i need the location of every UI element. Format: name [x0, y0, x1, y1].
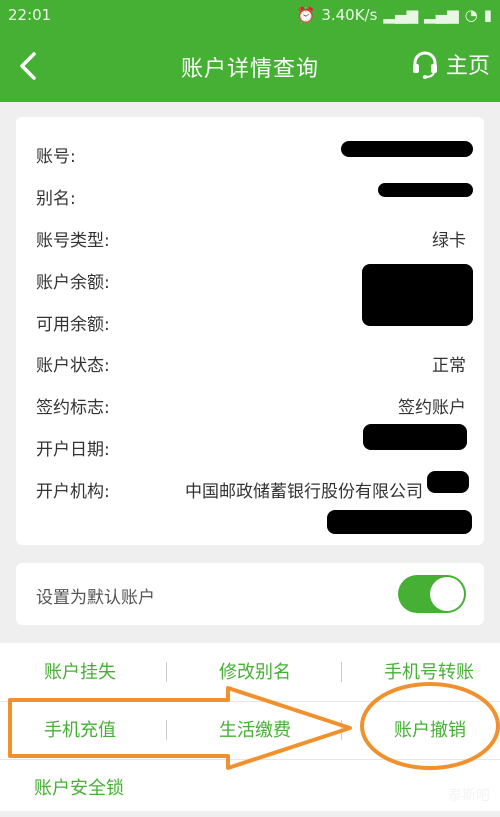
default-account-setting: 设置为默认账户: [16, 563, 484, 625]
bill-pay-button[interactable]: 生活缴费: [219, 716, 291, 742]
cancel-account-button[interactable]: 账户撤销: [394, 716, 466, 742]
detail-label: 账户状态:: [36, 356, 110, 376]
edit-alias-button[interactable]: 修改别名: [219, 658, 291, 684]
divider: [166, 720, 167, 740]
account-details-card: 账号: 别名: 账号类型: 绿卡 账户余额: 可用余额: 账户状态: 正常 签约…: [16, 117, 484, 545]
detail-row-status: 账户状态: 正常: [36, 346, 466, 376]
home-label: 主页: [445, 54, 490, 79]
app-bar: 账户详情查询 主页: [0, 30, 500, 102]
detail-row-branch: 开户机构: 中国邮政储蓄银行股份有限公司: [36, 472, 466, 502]
detail-label: 账户余额:: [36, 273, 110, 293]
detail-row-sign-flag: 签约标志: 签约账户: [36, 388, 466, 418]
detail-label: 别名:: [36, 189, 76, 209]
detail-value: 中国邮政储蓄银行股份有限公司: [185, 482, 423, 502]
detail-row-account-type: 账号类型: 绿卡: [36, 221, 466, 251]
network-speed: 3.40K/s: [321, 6, 378, 24]
detail-value: 签约账户: [398, 398, 466, 418]
headset-icon: [412, 51, 437, 79]
battery-icon: ▮: [483, 6, 492, 24]
detail-label: 开户日期:: [36, 440, 110, 460]
security-lock-button[interactable]: 账户安全锁: [34, 774, 124, 800]
status-icons: ⏰ 3.40K/s ▂▄▆ ▂▄▆ ◔ ▮: [297, 6, 492, 24]
detail-label: 账号类型:: [36, 231, 110, 251]
redaction-mark: [362, 264, 473, 326]
detail-label: 可用余额:: [36, 315, 110, 335]
status-bar: 22:01 ⏰ 3.40K/s ▂▄▆ ▂▄▆ ◔ ▮: [0, 0, 500, 30]
action-panel: 账户挂失 修改别名 手机号转账 手机充值 生活缴费 账户撤销 账户安全锁: [0, 643, 500, 811]
redaction-mark: [341, 141, 473, 157]
redaction-mark: [363, 424, 467, 450]
divider: [341, 662, 342, 682]
detail-label: 账号:: [36, 147, 76, 167]
signal-icon: ▂▄▆: [383, 6, 419, 24]
phone-topup-button[interactable]: 手机充值: [44, 716, 116, 742]
detail-value: 正常: [432, 356, 466, 376]
phone-transfer-button[interactable]: 手机号转账: [384, 658, 474, 684]
detail-label: 签约标志:: [36, 398, 110, 418]
alarm-icon: ⏰: [296, 6, 316, 24]
default-account-toggle[interactable]: [398, 575, 466, 613]
status-time: 22:01: [8, 6, 52, 24]
default-account-label: 设置为默认账户: [36, 588, 155, 608]
watermark-text: 泰斯吧: [448, 788, 490, 804]
wifi-icon: ◔: [464, 6, 478, 24]
action-row: 手机充值 生活缴费 账户撤销: [0, 701, 500, 760]
detail-label: 开户机构:: [36, 482, 110, 502]
divider: [166, 662, 167, 682]
divider: [341, 720, 342, 740]
action-row: 账户安全锁: [0, 759, 500, 817]
signal-icon-2: ▂▄▆: [424, 6, 459, 24]
redaction-mark: [378, 183, 473, 197]
detail-value: 绿卡: [432, 231, 466, 251]
toggle-knob: [430, 577, 464, 611]
redaction-mark: [427, 471, 469, 493]
home-button[interactable]: 主页: [410, 48, 490, 80]
redaction-mark: [327, 510, 472, 534]
report-loss-button[interactable]: 账户挂失: [44, 658, 116, 684]
action-row: 账户挂失 修改别名 手机号转账: [0, 643, 500, 702]
